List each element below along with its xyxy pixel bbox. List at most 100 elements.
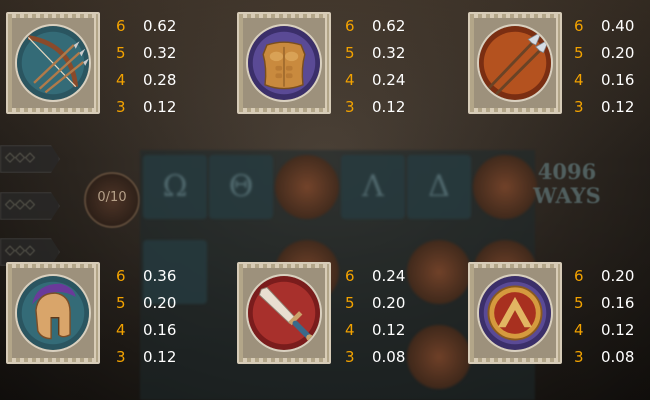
pay-value: 0.12 <box>372 321 406 339</box>
pay-count: 5 <box>116 294 126 312</box>
pay-row: 5 0.20 <box>345 294 455 321</box>
ways-number: 4096 <box>537 159 597 184</box>
pay-value: 0.12 <box>601 98 635 116</box>
pay-count: 6 <box>574 267 584 285</box>
pay-count: 3 <box>116 98 126 116</box>
sword-icon <box>246 274 322 352</box>
pay-row: 3 0.12 <box>116 98 226 125</box>
pay-value: 0.12 <box>143 348 177 366</box>
line-indicator <box>0 145 60 173</box>
paytable-values-sword: 6 0.24 5 0.20 4 0.12 3 0.08 <box>345 267 455 375</box>
pay-value: 0.20 <box>601 44 635 62</box>
reel-symbol-shield <box>275 155 339 219</box>
pay-row: 4 0.16 <box>116 321 226 348</box>
paytable-symbol-bow <box>6 12 100 114</box>
pay-row: 3 0.08 <box>345 348 455 375</box>
pay-value: 0.08 <box>372 348 406 366</box>
pay-count: 6 <box>345 267 355 285</box>
paytable-values-armor: 6 0.62 5 0.32 4 0.24 3 0.12 <box>345 17 455 125</box>
pay-value: 0.24 <box>372 71 406 89</box>
pay-count: 6 <box>574 17 584 35</box>
pay-count: 3 <box>116 348 126 366</box>
pay-value: 0.16 <box>601 71 635 89</box>
pay-value: 0.16 <box>143 321 177 339</box>
pay-value: 0.12 <box>143 98 177 116</box>
paytable-symbol-armor <box>237 12 331 114</box>
pay-count: 6 <box>116 17 126 35</box>
pay-value: 0.62 <box>143 17 177 35</box>
pay-row: 5 0.20 <box>116 294 226 321</box>
pay-row: 4 0.12 <box>574 321 650 348</box>
pay-row: 5 0.32 <box>345 44 455 71</box>
paytable-values-helmet: 6 0.36 5 0.20 4 0.16 3 0.12 <box>116 267 226 375</box>
paytable-symbol-spears <box>468 12 562 114</box>
pay-row: 4 0.24 <box>345 71 455 98</box>
breastplate-icon <box>246 24 322 102</box>
pay-count: 4 <box>574 71 584 89</box>
reel-symbol-spears <box>473 155 537 219</box>
pay-value: 0.20 <box>372 294 406 312</box>
pay-row: 3 0.12 <box>574 98 650 125</box>
pay-count: 5 <box>116 44 126 62</box>
reel-symbol-delta: Δ <box>407 155 471 219</box>
paytable-symbol-sword <box>237 262 331 364</box>
paytable-symbol-helmet <box>6 262 100 364</box>
pay-row: 6 0.36 <box>116 267 226 294</box>
pay-row: 3 0.12 <box>345 98 455 125</box>
pay-value: 0.20 <box>601 267 635 285</box>
pay-row: 6 0.20 <box>574 267 650 294</box>
pay-count: 6 <box>116 267 126 285</box>
reel-symbol-omega: Ω <box>143 155 207 219</box>
pay-value: 0.32 <box>143 44 177 62</box>
pay-row: 5 0.32 <box>116 44 226 71</box>
pay-count: 3 <box>574 348 584 366</box>
pay-count: 3 <box>345 348 355 366</box>
pay-row: 3 0.08 <box>574 348 650 375</box>
pay-row: 5 0.16 <box>574 294 650 321</box>
paytable-symbol-shield <box>468 262 562 364</box>
shield-icon <box>477 274 553 352</box>
pay-value: 0.20 <box>143 294 177 312</box>
helmet-icon <box>15 274 91 352</box>
pay-row: 6 0.62 <box>116 17 226 44</box>
pay-value: 0.32 <box>372 44 406 62</box>
reel-symbol-lambda: Λ <box>341 155 405 219</box>
pay-count: 4 <box>345 321 355 339</box>
pay-row: 4 0.16 <box>574 71 650 98</box>
reel-symbol-theta: Θ <box>209 155 273 219</box>
pay-count: 6 <box>345 17 355 35</box>
pay-value: 0.40 <box>601 17 635 35</box>
paytable-values-bow: 6 0.62 5 0.32 4 0.28 3 0.12 <box>116 17 226 125</box>
pay-count: 4 <box>345 71 355 89</box>
paytable-values-spears: 6 0.40 5 0.20 4 0.16 3 0.12 <box>574 17 650 125</box>
pay-count: 5 <box>574 294 584 312</box>
pay-count: 5 <box>345 44 355 62</box>
ways-word: WAYS <box>533 183 601 208</box>
pay-count: 4 <box>116 71 126 89</box>
pay-value: 0.08 <box>601 348 635 366</box>
pay-value: 0.16 <box>601 294 635 312</box>
pay-row: 5 0.20 <box>574 44 650 71</box>
pay-value: 0.24 <box>372 267 406 285</box>
pay-row: 6 0.24 <box>345 267 455 294</box>
line-indicator <box>0 192 60 220</box>
pay-count: 3 <box>345 98 355 116</box>
pay-row: 6 0.40 <box>574 17 650 44</box>
pay-value: 0.12 <box>601 321 635 339</box>
pay-count: 5 <box>574 44 584 62</box>
pay-value: 0.62 <box>372 17 406 35</box>
pay-row: 3 0.12 <box>116 348 226 375</box>
ways-label: 4096 WAYS <box>532 160 602 208</box>
pay-value: 0.36 <box>143 267 177 285</box>
bow-and-arrows-icon <box>15 24 91 102</box>
pay-row: 6 0.62 <box>345 17 455 44</box>
paytable-values-shield: 6 0.20 5 0.16 4 0.12 3 0.08 <box>574 267 650 375</box>
free-spins-counter-text: 0/10 <box>97 190 127 205</box>
pay-count: 3 <box>574 98 584 116</box>
pay-count: 5 <box>345 294 355 312</box>
pay-value: 0.12 <box>372 98 406 116</box>
pay-count: 4 <box>116 321 126 339</box>
pay-value: 0.28 <box>143 71 177 89</box>
pay-count: 4 <box>574 321 584 339</box>
pay-row: 4 0.28 <box>116 71 226 98</box>
